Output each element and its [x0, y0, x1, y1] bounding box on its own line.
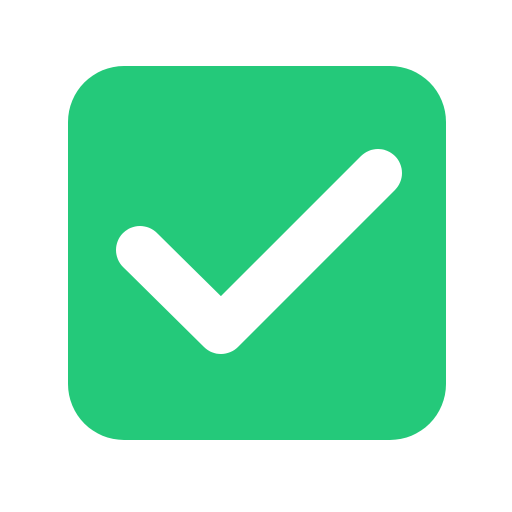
icon-canvas — [0, 0, 512, 512]
checkbox-checked-icon[interactable] — [68, 66, 446, 440]
